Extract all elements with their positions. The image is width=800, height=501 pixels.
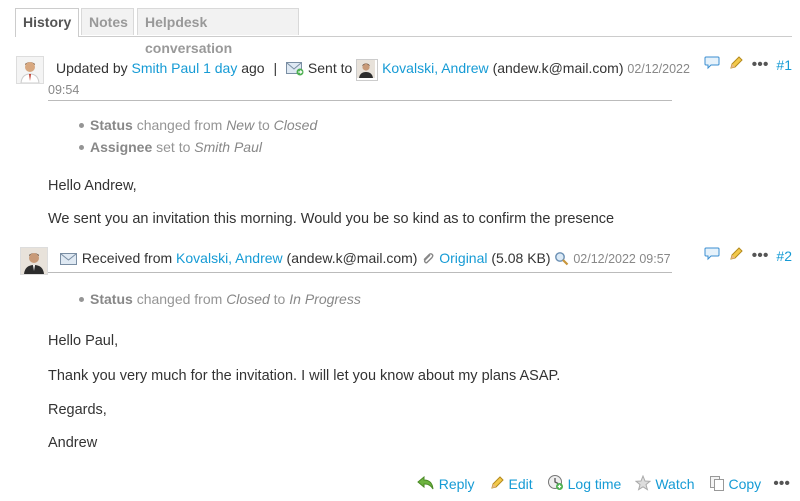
- journal-1-header: Updated by Smith Paul 1 day ago | Sent t…: [56, 59, 690, 81]
- journal-1-time: 09:54: [48, 83, 80, 97]
- magnifier-icon[interactable]: [554, 251, 569, 269]
- journal-2-number[interactable]: #2: [776, 248, 792, 264]
- detail-action: changed from: [136, 117, 223, 133]
- recipient-link[interactable]: Kovalski, Andrew: [382, 60, 489, 76]
- sender-email: (andew.k@mail.com): [286, 250, 418, 266]
- detail-to-word: to: [258, 117, 270, 133]
- separator: |: [273, 60, 278, 76]
- avatar: [20, 247, 48, 275]
- edit-icon[interactable]: [728, 55, 744, 74]
- detail-to: In Progress: [289, 291, 361, 307]
- detail-field: Assignee: [90, 139, 153, 155]
- paperclip-icon: [421, 252, 435, 269]
- edit-button[interactable]: Edit: [489, 475, 533, 494]
- author-link[interactable]: Smith Paul: [132, 60, 200, 76]
- journal-2-divider: [48, 272, 672, 273]
- tab-bar: History Notes Helpdesk conversation: [15, 8, 792, 56]
- detail-to: Closed: [273, 117, 318, 133]
- clock-add-icon: [547, 474, 564, 494]
- detail-assignee: Assignee set to Smith Paul: [76, 136, 317, 158]
- detail-action: changed from: [136, 291, 223, 307]
- copy-label: Copy: [728, 476, 762, 492]
- detail-status: Status changed from New to Closed: [76, 114, 317, 136]
- quote-icon[interactable]: [704, 56, 720, 73]
- attachment-link[interactable]: Original: [439, 250, 487, 266]
- detail-field: Status: [90, 117, 133, 133]
- log-time-label: Log time: [567, 476, 622, 492]
- watch-label: Watch: [655, 476, 695, 492]
- log-time-button[interactable]: Log time: [547, 474, 622, 494]
- copy-icon: [709, 475, 725, 494]
- detail-field: Status: [90, 291, 133, 307]
- recipient-avatar: [356, 59, 379, 81]
- more-icon[interactable]: •••: [773, 475, 790, 493]
- journal-1-number[interactable]: #1: [776, 57, 792, 73]
- sender-link[interactable]: Kovalski, Andrew: [176, 250, 283, 266]
- tab-helpdesk-label: Helpdesk conversation: [145, 14, 233, 56]
- detail-from: New: [226, 117, 255, 133]
- detail-to-word: to: [273, 291, 286, 307]
- sent-to-label: Sent to: [307, 60, 353, 76]
- note-paragraph: Hello Paul,: [48, 333, 119, 349]
- mail-received-icon: [60, 253, 78, 269]
- note-paragraph: Regards,: [48, 402, 107, 418]
- reply-icon: [416, 475, 435, 493]
- journal-2-datetime: 02/12/2022 09:57: [573, 252, 671, 266]
- edit-label: Edit: [508, 476, 533, 492]
- watch-button[interactable]: Watch: [635, 474, 695, 494]
- mail-sent-icon: [286, 62, 304, 79]
- journal-1-date: 02/12/2022: [627, 62, 690, 76]
- attachment-size: (5.08 KB): [491, 250, 551, 266]
- note-paragraph: Thank you very much for the invitation. …: [48, 368, 561, 384]
- avatar: [16, 56, 44, 84]
- detail-from: Closed: [226, 291, 270, 307]
- more-icon[interactable]: •••: [752, 56, 769, 74]
- issue-actions: Reply Edit Log time Watch Copy •••: [409, 474, 790, 494]
- tab-notes[interactable]: Notes: [81, 8, 134, 35]
- journal-1-details: Status changed from New to Closed Assign…: [76, 114, 317, 158]
- note-paragraph: Hello Andrew,: [48, 178, 137, 194]
- quote-icon[interactable]: [704, 247, 720, 264]
- tab-helpdesk-conversation[interactable]: Helpdesk conversation: [137, 8, 299, 56]
- detail-action: set to: [156, 139, 191, 155]
- star-icon: [635, 474, 652, 494]
- journal-1-actions: ••• #1: [704, 55, 792, 74]
- reply-label: Reply: [438, 476, 475, 492]
- tab-history-label: History: [23, 14, 72, 30]
- journal-2-actions: ••• #2: [704, 246, 792, 265]
- journal-2-details: Status changed from Closed to In Progres…: [76, 288, 361, 310]
- age-link[interactable]: 1 day: [203, 60, 237, 76]
- tab-history[interactable]: History: [15, 8, 79, 37]
- note-paragraph: We sent you an invitation this morning. …: [48, 211, 615, 227]
- recipient-email: (andew.k@mail.com): [492, 60, 624, 76]
- received-from-label: Received from: [81, 250, 173, 266]
- age-suffix: ago: [241, 60, 265, 76]
- detail-status: Status changed from Closed to In Progres…: [76, 288, 361, 310]
- detail-to: Smith Paul: [194, 139, 262, 155]
- note-paragraph: Andrew: [48, 435, 98, 451]
- edit-icon[interactable]: [728, 246, 744, 265]
- journal-1-divider: [48, 100, 672, 101]
- updated-by-label: Updated by: [56, 60, 128, 76]
- tab-notes-label: Notes: [89, 14, 128, 30]
- edit-icon: [489, 475, 505, 494]
- copy-button[interactable]: Copy: [709, 475, 762, 494]
- more-icon[interactable]: •••: [752, 247, 769, 265]
- reply-button[interactable]: Reply: [416, 475, 475, 493]
- journal-2-header: Received from Kovalski, Andrew (andew.k@…: [60, 250, 671, 269]
